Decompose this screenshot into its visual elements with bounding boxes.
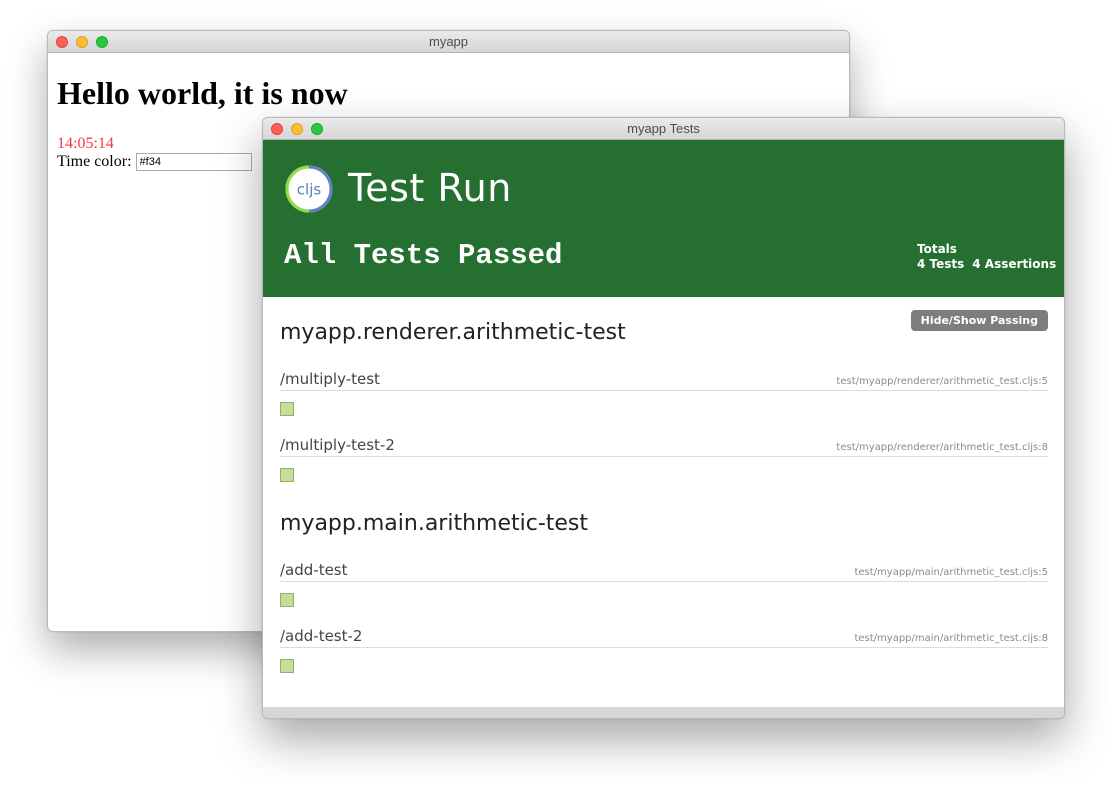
test-row: /add-test test/myapp/main/arithmetic_tes… [280,555,1048,582]
test-file-location[interactable]: test/myapp/renderer/arithmetic_test.cljs… [836,376,1048,387]
test-item: /multiply-test-2 test/myapp/renderer/ari… [280,430,1048,482]
tests-content: cljs Test Run All Tests Passed Totals 4 … [263,140,1064,718]
test-run-banner: cljs Test Run All Tests Passed Totals 4 … [263,140,1064,297]
tests-titlebar[interactable]: myapp Tests [263,118,1064,140]
page-heading: Hello world, it is now [57,75,348,111]
time-color-label: Time color: [57,152,132,170]
test-name: /multiply-test-2 [280,436,395,454]
test-file-location[interactable]: test/myapp/main/arithmetic_test.cljs:8 [854,633,1048,644]
assertions-count: 4 Assertions [972,257,1057,271]
horizontal-scrollbar[interactable] [263,707,1064,718]
test-row: /add-test-2 test/myapp/main/arithmetic_t… [280,621,1048,648]
totals-summary: Totals 4 Tests 4 Assertions [917,242,1056,272]
hide-show-passing-button[interactable]: Hide/Show Passing [910,310,1048,331]
test-item: /multiply-test test/myapp/renderer/arith… [280,364,1048,416]
totals-values: 4 Tests 4 Assertions [917,257,1056,272]
namespace-section: myapp.main.arithmetic-test /add-test tes… [280,482,1048,673]
myapp-titlebar[interactable]: myapp [48,31,849,53]
tests-count: 4 Tests [917,257,965,271]
passed-assertion-icon [280,468,294,482]
passed-assertion-icon [280,593,294,607]
time-color-input[interactable] [135,152,252,171]
test-status: All Tests Passed [284,239,563,272]
cljs-logo-icon: cljs [285,165,333,213]
test-item: /add-test test/myapp/main/arithmetic_tes… [280,555,1048,607]
totals-label: Totals [917,242,957,256]
passed-assertion-icon [280,659,294,673]
passed-assertion-icon [280,402,294,416]
test-name: /add-test [280,561,348,579]
test-row: /multiply-test-2 test/myapp/renderer/ari… [280,430,1048,457]
window-title: myapp [428,34,469,49]
tests-window: myapp Tests cljs Test Run All Tests Pass… [262,117,1065,719]
test-name: /multiply-test [280,370,380,388]
test-item: /add-test-2 test/myapp/main/arithmetic_t… [280,621,1048,673]
window-title: myapp Tests [627,121,700,136]
test-file-location[interactable]: test/myapp/main/arithmetic_test.cljs:5 [854,567,1048,578]
test-name: /add-test-2 [280,627,363,645]
test-file-location[interactable]: test/myapp/renderer/arithmetic_test.cljs… [836,442,1048,453]
test-row: /multiply-test test/myapp/renderer/arith… [280,364,1048,391]
namespace-title: myapp.main.arithmetic-test [280,511,589,536]
test-results: myapp.renderer.arithmetic-test /multiply… [263,297,1064,673]
logo-text: cljs [297,181,322,199]
test-run-title: Test Run [348,166,512,210]
